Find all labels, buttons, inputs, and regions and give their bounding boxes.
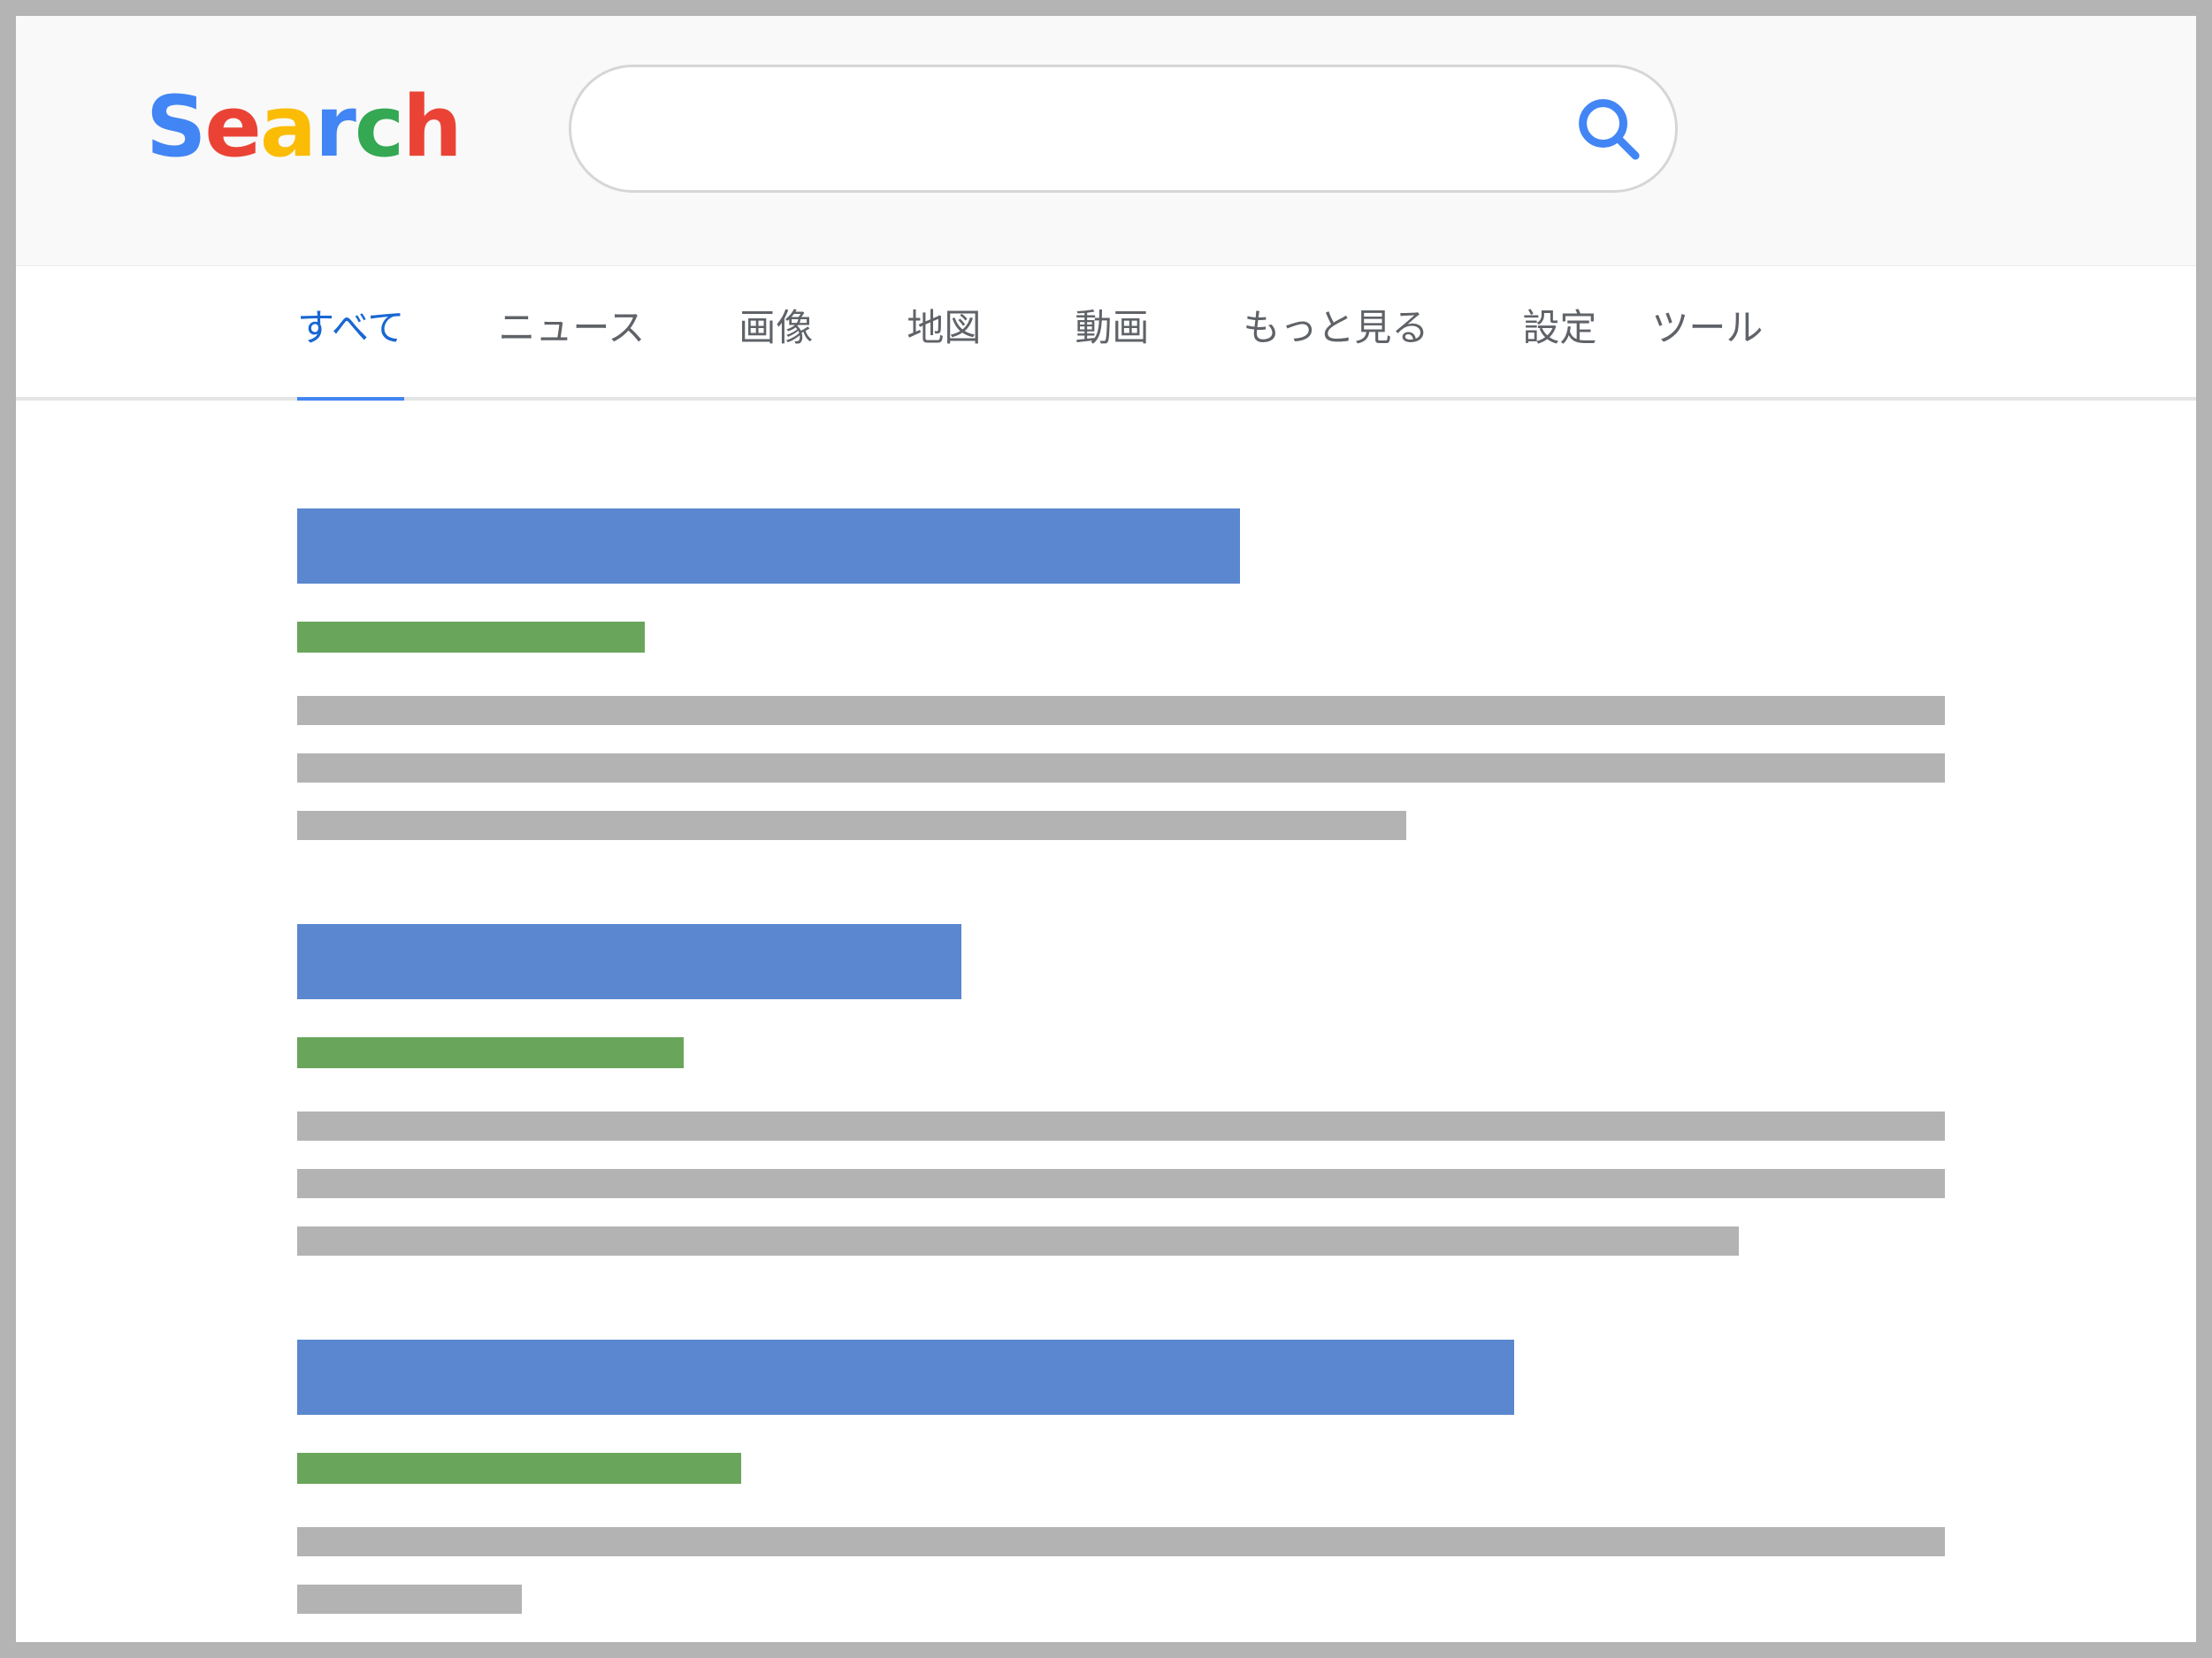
tab-images[interactable]: 画像 xyxy=(739,259,813,404)
search-header: Search xyxy=(16,16,2196,266)
logo-letter-5: c xyxy=(354,79,404,176)
tab-all[interactable]: すべて xyxy=(297,259,405,404)
search-icon xyxy=(1579,98,1640,160)
result-snippet-placeholder xyxy=(297,811,1406,840)
tab-more[interactable]: もっと見る xyxy=(1243,259,1428,404)
tab-more-label: もっと見る xyxy=(1243,305,1429,349)
logo-letter-3: a xyxy=(259,79,317,176)
result-url-placeholder[interactable] xyxy=(297,1453,741,1484)
result-snippet-placeholder xyxy=(297,1226,1739,1256)
tab-all-label: すべて xyxy=(297,305,405,349)
tab-maps-label: 地図 xyxy=(907,305,982,349)
result-title-placeholder[interactable] xyxy=(297,924,961,999)
result-title-placeholder[interactable] xyxy=(297,508,1240,584)
result-snippet-placeholder xyxy=(297,1169,1945,1198)
tab-settings-label: 設定 xyxy=(1522,305,1597,349)
result-snippet-placeholder xyxy=(297,696,1945,725)
search-nav-bar: すべて ニュース 画像 地図 動画 もっと見る 設定 ツール xyxy=(16,266,2196,404)
result-url-placeholder[interactable] xyxy=(297,1037,684,1068)
tab-tools[interactable]: ツール xyxy=(1651,259,1763,404)
nav-items-container: すべて ニュース 画像 地図 動画 もっと見る 設定 ツール xyxy=(297,266,1763,404)
search-input[interactable] xyxy=(571,67,1542,190)
tab-videos-label: 動画 xyxy=(1075,305,1150,349)
result-snippet-placeholder xyxy=(297,1585,522,1614)
search-result-item[interactable] xyxy=(297,1340,1945,1614)
tab-videos[interactable]: 動画 xyxy=(1075,259,1149,404)
logo-letter-1: S xyxy=(146,79,206,176)
tab-maps[interactable]: 地図 xyxy=(907,259,981,404)
search-box[interactable] xyxy=(569,65,1678,193)
logo-letter-6: h xyxy=(402,79,463,176)
result-snippet-placeholder xyxy=(297,1112,1945,1141)
tab-news[interactable]: ニュース xyxy=(498,259,645,404)
result-snippet-placeholder xyxy=(297,1527,1945,1556)
result-snippet-placeholder xyxy=(297,753,1945,783)
result-title-placeholder[interactable] xyxy=(297,1340,1514,1415)
result-url-placeholder[interactable] xyxy=(297,622,645,653)
browser-page: Search すべて ニュース 画像 地図 動画 もっと見る 設定 ツール xyxy=(16,16,2196,1642)
search-result-item[interactable] xyxy=(297,508,1945,840)
search-results-list xyxy=(16,401,2196,1642)
tab-settings[interactable]: 設定 xyxy=(1522,259,1596,404)
search-submit-button[interactable] xyxy=(1542,67,1675,190)
tab-images-label: 画像 xyxy=(739,305,814,349)
logo-letter-2: e xyxy=(204,79,261,176)
tab-news-label: ニュース xyxy=(498,305,646,349)
search-result-item[interactable] xyxy=(297,924,1945,1256)
logo-letter-4: r xyxy=(314,79,356,176)
tab-tools-label: ツール xyxy=(1651,305,1764,349)
search-logo[interactable]: Search xyxy=(146,79,463,176)
